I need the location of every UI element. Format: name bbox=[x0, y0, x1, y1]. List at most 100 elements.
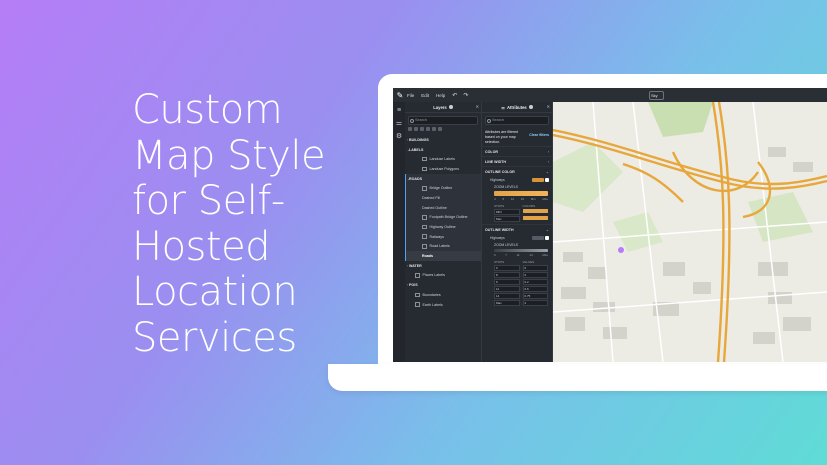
stop-color[interactable] bbox=[522, 216, 548, 221]
layers-icon[interactable]: ≡ bbox=[393, 107, 405, 114]
layers-panel-title: Layers bbox=[433, 104, 447, 110]
visibility-checkbox[interactable] bbox=[422, 186, 427, 191]
sliders-icon[interactable]: ⚌ bbox=[393, 119, 405, 127]
section-color[interactable]: COLOR › bbox=[482, 146, 552, 156]
visibility-checkbox[interactable] bbox=[422, 166, 427, 172]
zoom-ticks: 4 8 12 16 Min Max bbox=[494, 197, 548, 202]
copy-icon[interactable] bbox=[414, 127, 418, 131]
section-outline-width[interactable]: OUTLINE WIDTH ⌄ bbox=[482, 224, 552, 234]
value-input[interactable]: 0.6 bbox=[522, 286, 548, 293]
layer-row[interactable]: Dashed Fill bbox=[405, 193, 481, 203]
selection-indicator bbox=[405, 212, 406, 223]
zoom-label: ZOOM LEVELS bbox=[494, 243, 518, 248]
stop-input[interactable]: 0 bbox=[494, 265, 520, 272]
layer-label: Earth Labels bbox=[422, 302, 443, 307]
layer-row[interactable]: Bridge Outline bbox=[405, 183, 481, 194]
laptop-base bbox=[328, 364, 827, 391]
visibility-checkbox[interactable] bbox=[422, 234, 427, 239]
layer-row[interactable]: Dashed Outline bbox=[405, 202, 481, 213]
zoom-levels-label: ZOOM LEVELS bbox=[482, 184, 552, 190]
visibility-checkbox[interactable] bbox=[422, 224, 427, 230]
headline: Custom Map Style for Self- Hosted Locati… bbox=[132, 87, 352, 361]
delete-icon[interactable] bbox=[438, 127, 442, 131]
stop-input[interactable]: 9 bbox=[494, 279, 520, 286]
value-input[interactable]: 0.2 bbox=[522, 279, 548, 286]
attributes-search-input[interactable]: Search bbox=[485, 116, 549, 125]
menu-help[interactable]: Help bbox=[436, 93, 445, 98]
layer-label: Places Labels bbox=[422, 273, 445, 278]
layer-row[interactable]: Footpath Bridge Outline bbox=[405, 212, 481, 223]
close-icon[interactable]: ✕ bbox=[547, 104, 550, 109]
headline-line: Location bbox=[132, 269, 298, 315]
menu-file[interactable]: File bbox=[407, 93, 414, 98]
attribute-row-highways[interactable]: Highways bbox=[482, 176, 552, 184]
value-input[interactable]: 0.75 bbox=[522, 293, 548, 300]
visibility-checkbox[interactable] bbox=[422, 215, 427, 220]
layer-row-roads[interactable]: ⌄ ROADS bbox=[405, 173, 481, 184]
style-selector[interactable]: Sky bbox=[649, 91, 664, 100]
width-field[interactable] bbox=[532, 236, 544, 241]
stop-input[interactable]: Max bbox=[494, 216, 520, 223]
stop-input[interactable]: 11 bbox=[494, 286, 520, 293]
layer-row-selected[interactable]: Roads bbox=[405, 251, 481, 261]
value-input[interactable]: 2 bbox=[522, 300, 548, 307]
visibility-checkbox[interactable] bbox=[415, 273, 420, 278]
section-title: LINE WIDTH bbox=[485, 159, 506, 164]
redo-icon[interactable]: ↷ bbox=[463, 92, 468, 99]
visibility-checkbox[interactable] bbox=[415, 302, 420, 307]
visibility-checkbox[interactable] bbox=[415, 292, 420, 298]
tick: 8 bbox=[502, 197, 505, 202]
layer-row[interactable]: Landuse Polygons bbox=[405, 164, 481, 174]
section-outline-color[interactable]: OUTLINE COLOR ⌄ bbox=[482, 166, 552, 176]
stop-input[interactable]: 14 bbox=[494, 293, 520, 300]
layer-label: ROADS bbox=[409, 176, 422, 181]
layer-row[interactable]: Road Labels bbox=[405, 241, 481, 252]
layer-row[interactable]: Earth Labels bbox=[405, 300, 481, 310]
layer-tree: › BUILDINGS ⌄ LABELS Landuse Labels Landus… bbox=[405, 135, 481, 309]
layer-row-labels[interactable]: ⌄ LABELS bbox=[405, 145, 481, 155]
layer-row-buildings[interactable]: › BUILDINGS bbox=[405, 135, 481, 145]
folder-icon[interactable] bbox=[432, 127, 436, 131]
link-icon[interactable] bbox=[545, 178, 549, 183]
layer-row[interactable]: Railways bbox=[405, 231, 481, 242]
close-icon[interactable]: ✕ bbox=[476, 104, 479, 109]
layer-row[interactable]: Landuse Labels bbox=[405, 154, 481, 164]
menu-edit[interactable]: Edit bbox=[421, 93, 429, 98]
section-line-width[interactable]: LINE WIDTH › bbox=[482, 156, 552, 166]
color-swatch[interactable] bbox=[532, 178, 544, 183]
visibility-checkbox[interactable] bbox=[422, 156, 427, 162]
chevron-down-icon: ⌄ bbox=[545, 227, 549, 232]
visibility-checkbox[interactable] bbox=[422, 244, 427, 249]
link-icon[interactable] bbox=[545, 236, 549, 241]
chevron-right-icon: › bbox=[407, 263, 409, 268]
undo-icon[interactable]: ↶ bbox=[452, 92, 457, 99]
value-input[interactable]: 0 bbox=[522, 272, 548, 279]
visibility-icon[interactable] bbox=[426, 127, 430, 131]
lock-icon[interactable] bbox=[420, 127, 424, 131]
selection-indicator bbox=[405, 231, 406, 242]
clear-filters-link[interactable]: Clear filters bbox=[529, 133, 549, 138]
tick: 16 bbox=[520, 197, 525, 202]
layer-label: Boundaries bbox=[422, 292, 441, 297]
layer-row-pois[interactable]: › POIS bbox=[405, 280, 481, 290]
stop-input[interactable]: Max bbox=[494, 300, 520, 307]
settings-icon[interactable]: ⚙ bbox=[393, 132, 405, 140]
stop-input[interactable]: 8 bbox=[494, 272, 520, 279]
zoom-levels-label: ZOOM LEVELS bbox=[482, 242, 552, 248]
stop-color[interactable] bbox=[522, 209, 548, 214]
section-title: OUTLINE COLOR bbox=[485, 169, 515, 174]
attribute-row-highways[interactable]: Highways bbox=[482, 234, 552, 242]
layer-row-water[interactable]: › WATER bbox=[405, 261, 481, 271]
pencil-icon[interactable] bbox=[408, 127, 412, 131]
value-input[interactable]: 0 bbox=[522, 265, 548, 272]
width-ramp[interactable] bbox=[494, 249, 548, 253]
layers-search-input[interactable]: Search bbox=[408, 116, 478, 125]
color-ramp[interactable] bbox=[494, 191, 548, 197]
layer-row[interactable]: Highway Outline bbox=[405, 222, 481, 232]
headline-line: Custom bbox=[132, 87, 283, 133]
map-canvas[interactable] bbox=[553, 102, 827, 362]
layer-row[interactable]: Places Labels bbox=[405, 271, 481, 281]
stop-input[interactable]: MIN bbox=[494, 209, 520, 216]
poi-marker[interactable] bbox=[618, 247, 624, 253]
layer-row[interactable]: Boundaries bbox=[405, 290, 481, 300]
